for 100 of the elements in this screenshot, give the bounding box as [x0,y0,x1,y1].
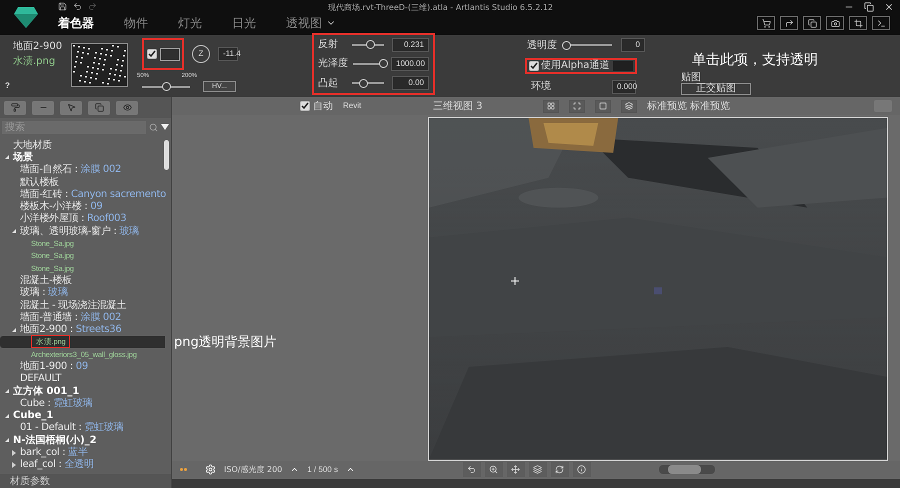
transparency-label: 透明度 [527,38,557,53]
nav-button[interactable] [550,462,569,478]
tree-item[interactable]: 玻璃、透明玻璃-窗户 : 玻璃 [20,226,139,237]
toolbar-button[interactable] [872,16,890,30]
zoom-slider[interactable] [658,465,715,474]
grid-icon [547,102,555,110]
alpha-label: 使用Alpha通道 [541,58,610,74]
tool-button[interactable] [4,100,26,114]
rotation-dial[interactable]: Z [192,45,210,63]
tool-button[interactable] [60,100,82,114]
slider-thumb[interactable] [562,40,570,50]
close-icon[interactable] [884,2,894,12]
tab[interactable]: 物件 [124,14,148,32]
value-field[interactable]: 0.000 [612,80,636,94]
nav-button[interactable] [528,462,547,478]
param-label: 光泽度 [318,56,346,72]
view-button[interactable] [569,100,585,113]
view-button[interactable] [543,100,559,113]
expander-icon[interactable] [4,388,10,394]
tree-item[interactable]: 墙面-普通墙 : 涂膜 002 [20,312,122,323]
value-field[interactable]: 0.231 [392,38,429,52]
toolbar-button[interactable] [803,16,821,30]
tree-item[interactable]: 大地材质 [13,140,52,151]
nav-button[interactable] [506,462,525,478]
tree-item[interactable]: 地面2-900 : Streets36 [20,324,122,336]
toolbar-button[interactable] [849,16,867,30]
tree-item[interactable]: 01 - Default : 霓虹玻璃 [20,422,124,434]
tree-item[interactable]: DEFAULT [20,373,62,384]
filter-icon[interactable] [161,124,169,130]
tree-item[interactable]: 墙面-自然石 : 涂膜 002 [20,164,122,176]
source-selector[interactable]: Revit [343,100,423,112]
help-link[interactable]: ? [5,80,66,92]
tool-button[interactable] [116,100,138,114]
texture-thumbnail [70,43,128,87]
iso-value[interactable]: ISO/感光度 200 [224,464,282,476]
tree-item[interactable]: 墙面-红砖 : Canyon sacremento [20,188,166,200]
nav-button[interactable] [572,462,591,478]
tab[interactable]: 日光 [232,14,256,32]
slider-thumb[interactable] [366,40,376,50]
alpha-checkbox[interactable] [529,60,539,71]
settings-icon[interactable] [205,464,216,476]
expander-icon[interactable] [11,462,17,468]
expander-icon[interactable] [11,326,17,333]
value-field[interactable]: -11.4 [218,47,238,61]
toolbar-button[interactable] [780,16,798,30]
nav-button[interactable] [484,462,503,478]
tree-item[interactable]: Cube : 霓虹玻璃 [20,398,92,409]
restore-icon[interactable] [864,2,874,12]
auto-checkbox[interactable] [300,101,310,112]
expander-icon[interactable] [11,450,17,456]
search-icon[interactable] [149,122,158,132]
tree-item[interactable]: Cube_1 [13,410,54,422]
tree-item[interactable]: 立方体 001_1 [13,386,80,397]
square-icon [599,102,607,110]
tree-item[interactable]: bark_col : 蓝半 [20,447,88,458]
tree-item[interactable]: 玻璃 : 玻璃 [20,287,68,298]
redo-icon[interactable] [88,2,97,10]
color-swatch[interactable] [613,60,633,71]
tree-item[interactable]: leaf_col : 全透明 [20,459,94,470]
tab[interactable]: 灯光 [178,14,202,32]
tree-item[interactable]: 混凝土-楼板 [20,274,72,286]
tree-item[interactable]: 混凝土 - 现场浇注混凝土 [20,300,126,310]
scrollbar-thumb[interactable] [164,140,169,170]
zoom-thumb[interactable] [668,465,702,474]
value-field[interactable]: 0.00 [392,76,429,90]
tree-item[interactable]: 默认楼板 [20,176,59,188]
nav-button[interactable] [462,462,481,478]
expander-icon[interactable] [11,228,17,234]
view-button[interactable] [595,100,611,113]
tab[interactable]: 透视图 [286,14,322,32]
tool-button[interactable] [88,100,110,114]
crosshair-icon [511,277,519,286]
toolbar-button[interactable] [826,16,844,30]
view-selector[interactable]: 三维视图 3 [433,98,533,114]
tree-item[interactable]: 地面1-900 : 09 [20,360,88,372]
annotation-text: png透明背景图片 [174,334,277,352]
toolbar-button[interactable] [757,16,775,30]
slider-thumb[interactable] [378,59,388,68]
save-icon[interactable] [58,2,67,10]
tree-item[interactable]: 楼板木-小洋楼 : 09 [20,201,102,212]
mapping-dropdown[interactable]: 正交贴图 [681,83,751,95]
color-checkbox[interactable] [146,49,156,59]
cart-icon [762,18,770,28]
value-field[interactable]: 1000.00 [391,56,429,71]
view-button[interactable] [621,100,637,113]
slider-thumb[interactable] [358,78,368,88]
expander-icon[interactable] [4,412,10,419]
tree-item[interactable]: N-法国梧桐(小)_2 [13,434,97,446]
value-field[interactable]: 0 [621,38,645,52]
move-icon [511,465,520,474]
expander-icon[interactable] [4,154,10,160]
expander-icon[interactable] [4,437,10,444]
tab[interactable]: 着色器 [58,14,94,32]
preview-selector[interactable]: 标准预览 标准预览 [647,98,730,114]
tree-item[interactable]: 小洋楼外屋顶 : Roof003 [20,213,126,224]
tree-item[interactable]: 场景 [13,152,33,163]
color-swatch[interactable] [160,48,180,60]
shutter-value[interactable]: 1 / 500 s [307,464,338,476]
undo-icon[interactable] [73,2,82,10]
slider-thumb[interactable] [162,82,170,91]
